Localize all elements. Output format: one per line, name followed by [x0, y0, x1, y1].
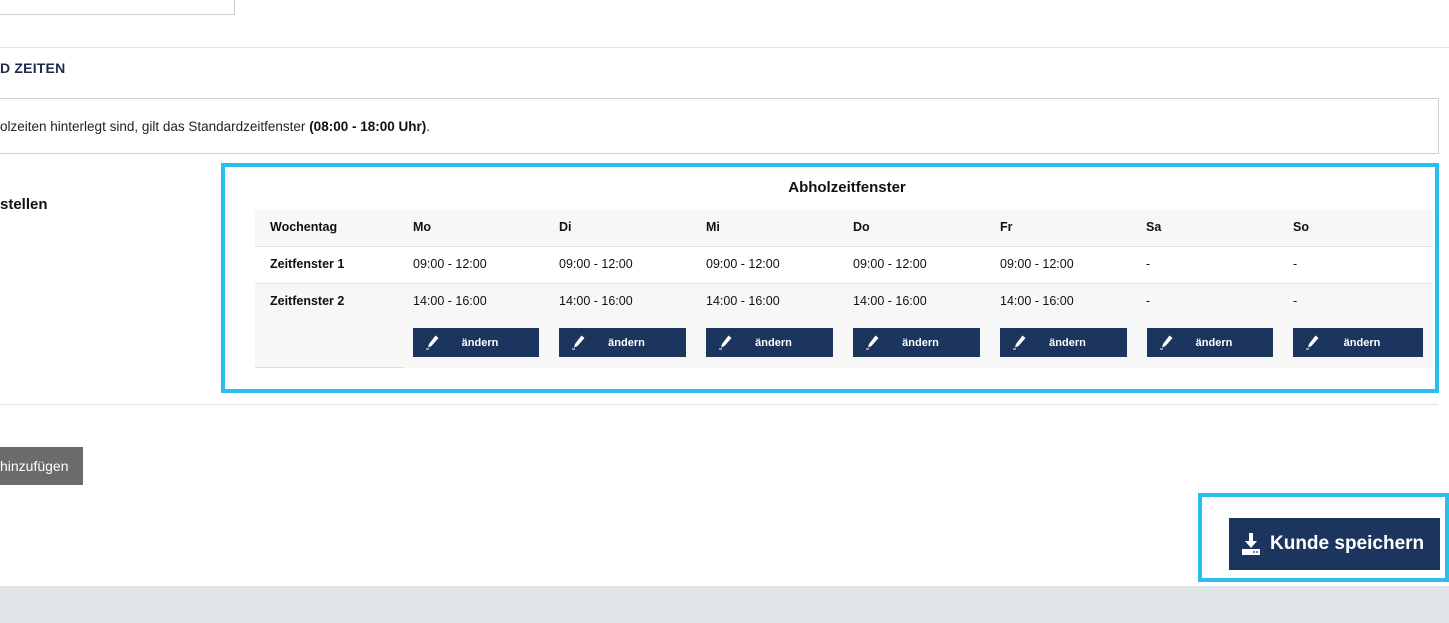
- divider-top: [0, 47, 1449, 48]
- save-button-label: Kunde speichern: [1270, 533, 1425, 554]
- info-text-bold: (08:00 - 18:00 Uhr): [309, 119, 427, 134]
- top-input-field[interactable]: [0, 0, 235, 15]
- info-text: olzeiten hinterlegt sind, gilt das Stand…: [0, 119, 430, 134]
- page-footer: [0, 586, 1449, 623]
- table-highlight-frame: [221, 163, 1439, 393]
- info-text-prefix: olzeiten hinterlegt sind, gilt das Stand…: [0, 119, 310, 134]
- section-title: D ZEITEN: [0, 60, 66, 76]
- download-icon: [1242, 533, 1260, 555]
- info-text-suffix: .: [426, 119, 430, 134]
- add-button[interactable]: hinzufügen: [0, 447, 83, 485]
- save-customer-button[interactable]: Kunde speichern: [1229, 518, 1440, 570]
- field-label: stellen: [0, 196, 48, 213]
- divider-bottom: [0, 404, 1438, 405]
- add-button-label: hinzufügen: [0, 458, 69, 474]
